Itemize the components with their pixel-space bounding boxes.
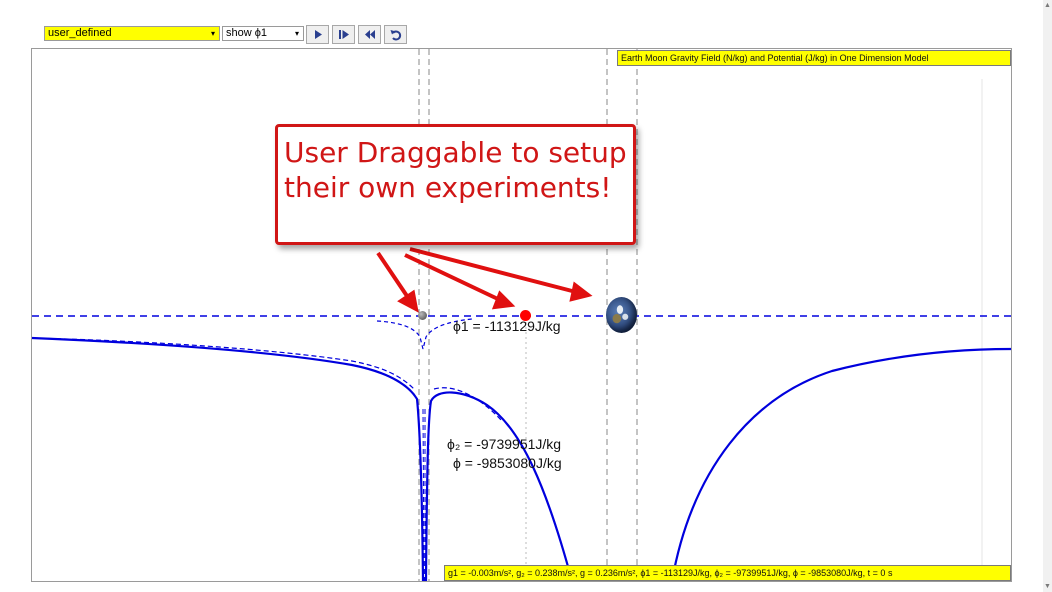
total-potential-left (32, 336, 425, 581)
callout-text: User Draggable to setup their own experi… (284, 136, 627, 204)
reset-icon (390, 29, 401, 40)
total-potential-right (670, 347, 1011, 581)
moon-object[interactable] (418, 311, 427, 320)
step-forward-icon (338, 30, 349, 39)
plot-title: Earth Moon Gravity Field (N/kg) and Pote… (617, 50, 1011, 66)
test-mass-object[interactable] (520, 310, 531, 321)
phi1-label: ϕ1 = -113129J/kg (453, 318, 561, 334)
play-icon (314, 30, 322, 39)
scenario-select-value: user_defined (48, 27, 112, 39)
moon-well-right (424, 391, 574, 581)
earth-object[interactable] (606, 297, 637, 333)
chevron-down-icon: ▾ (210, 29, 215, 38)
page-scrollbar[interactable]: ▲ ▼ (1043, 0, 1052, 592)
rewind-button[interactable] (358, 25, 381, 44)
scenario-select[interactable]: user_defined ▾ (44, 26, 220, 41)
step-forward-button[interactable] (332, 25, 355, 44)
scroll-up-icon[interactable]: ▲ (1044, 2, 1051, 9)
play-button[interactable] (306, 25, 329, 44)
status-readout: g1 = -0.003m/s², g₂ = 0.238m/s², g = 0.2… (444, 565, 1011, 581)
scroll-down-icon[interactable]: ▼ (1044, 583, 1051, 590)
callout-box: User Draggable to setup their own experi… (275, 124, 636, 245)
reset-button[interactable] (384, 25, 407, 44)
phi2-label: ϕ₂ = -9739951J/kg (447, 436, 562, 452)
show-select-value: show ϕ1 (226, 27, 268, 39)
chevron-down-icon: ▾ (294, 29, 299, 38)
rewind-icon (364, 30, 375, 39)
phi-total-label: ϕ = -9853080J/kg (453, 455, 562, 471)
show-select[interactable]: show ϕ1 ▾ (222, 26, 304, 41)
callout-arrows (376, 247, 593, 313)
earth-potential-dashed (32, 337, 415, 390)
scrollbar-thumb[interactable] (1044, 0, 1051, 592)
